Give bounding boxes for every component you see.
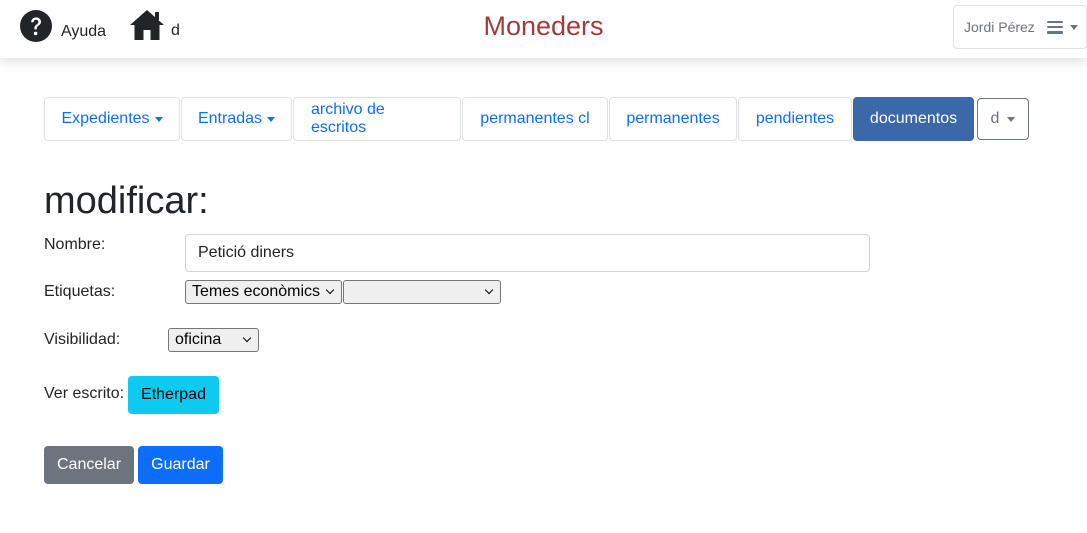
tab-label: archivo de escritos [311,101,385,136]
etiquetas-label: Etiquetas: [44,283,116,300]
tab-label: d [990,110,1000,127]
etiqueta-select-1[interactable]: Temes econòmics [185,280,342,304]
top-navbar: Ayuda d Moneders Jordi Pérez [0,0,1087,58]
help-label: Ayuda [61,22,107,40]
tab-pendientes[interactable]: pendientes [738,97,852,141]
caret-down-icon [154,116,163,122]
page-title: modificar: [44,180,209,222]
nombre-input[interactable] [185,234,870,272]
app-title[interactable]: Moneders [483,11,603,41]
nombre-label: Nombre: [44,236,106,253]
visibilidad-label: Visibilidad: [44,331,121,348]
etiqueta-select-1-value: Temes econòmics [192,283,321,300]
home-label: d [171,21,180,39]
tab-label: permanentes cl [480,110,590,127]
tab-d-dropdown[interactable]: d [977,98,1029,140]
user-name: Jordi Pérez [964,19,1035,35]
section-tabs: Expedientes Entradas archivo de escritos… [44,97,1030,141]
chevron-down-icon [484,285,494,295]
tab-expedientes[interactable]: Expedientes [44,97,180,141]
chevron-down-icon [325,285,335,295]
tab-label: permanentes [626,110,720,127]
help-link[interactable]: Ayuda [20,10,106,42]
home-icon [130,10,164,40]
visibilidad-select-value: oficina [175,331,222,348]
tab-permanentes-cl[interactable]: permanentes cl [462,97,608,141]
tab-label: Entradas [197,110,263,127]
caret-down-icon [1007,116,1016,122]
chevron-down-icon [1069,24,1078,30]
tab-archivo-de-escritos[interactable]: archivo de escritos [293,97,461,141]
home-link[interactable]: d [129,9,180,41]
tab-label: documentos [869,110,958,127]
caret-down-icon [267,116,276,122]
tab-documentos[interactable]: documentos [853,97,974,141]
etherpad-button[interactable]: Etherpad [128,376,219,414]
hamburger-menu-icon [1046,20,1063,34]
etiqueta-select-2[interactable] [343,280,501,304]
tab-permanentes[interactable]: permanentes [609,97,737,141]
question-circle-icon [20,10,52,42]
tab-label: Expedientes [61,110,150,127]
tab-entradas[interactable]: Entradas [181,97,292,141]
ver-escrito-label: Ver escrito: [44,385,125,402]
save-button[interactable]: Guardar [138,446,223,484]
cancel-button[interactable]: Cancelar [44,446,134,484]
chevron-down-icon [242,333,252,343]
tab-label: pendientes [755,110,835,127]
visibilidad-select[interactable]: oficina [168,328,259,352]
user-menu-button[interactable]: Jordi Pérez [953,5,1087,49]
